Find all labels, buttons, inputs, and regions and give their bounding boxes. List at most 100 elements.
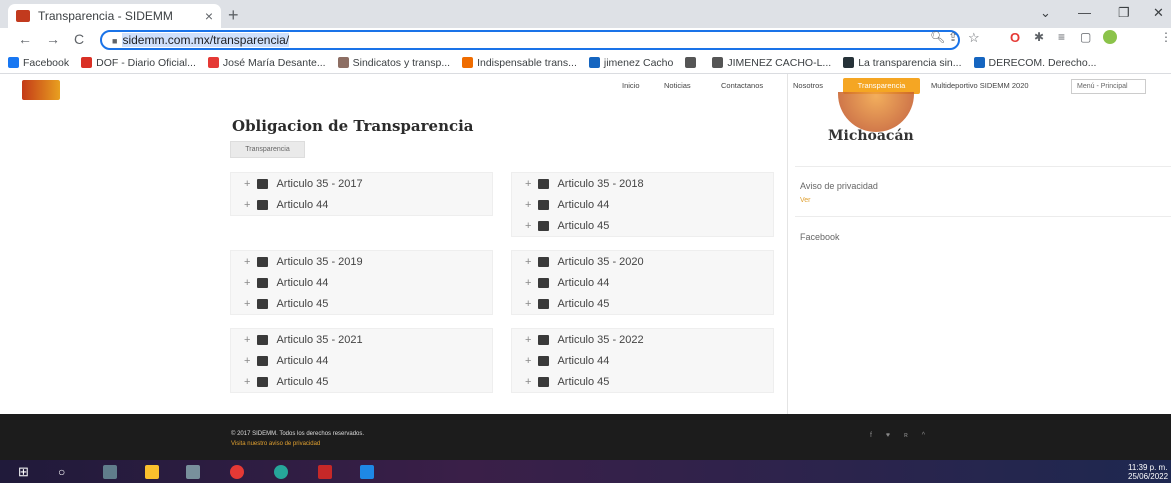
expand-plus-icon[interactable]: + — [525, 220, 531, 232]
bookmark-item[interactable]: Sindicatos y transp... — [337, 56, 451, 69]
bookmark-favicon-icon — [843, 57, 855, 68]
word-icon[interactable] — [360, 465, 374, 479]
expand-plus-icon[interactable]: + — [244, 355, 250, 367]
bookmark-item[interactable]: José María Desante... — [207, 57, 326, 69]
ver-link[interactable]: Ver — [800, 197, 811, 204]
close-tab-icon[interactable]: × — [205, 8, 213, 24]
bookmark-item[interactable]: Facebook — [8, 57, 69, 69]
close-window-icon[interactable]: ✕ — [1153, 5, 1164, 21]
expand-plus-icon[interactable]: + — [244, 334, 250, 346]
address-bar[interactable]: ■ sidemm.com.mx/transparencia/ — [100, 30, 960, 50]
site-footer: © 2017 SIDEMM. Todos los derechos reserv… — [0, 414, 1171, 460]
expand-plus-icon[interactable]: + — [525, 355, 531, 367]
web-page: Inicio Noticias Contactanos Nosotros Tra… — [0, 74, 1171, 414]
maximize-icon[interactable]: ❐ — [1118, 5, 1130, 21]
expand-plus-icon[interactable]: + — [244, 178, 250, 190]
opera-taskbar-icon[interactable] — [230, 465, 244, 479]
file-explorer-icon[interactable] — [145, 465, 159, 479]
bookmark-star-icon[interactable]: ☆ — [968, 30, 980, 46]
social-icons[interactable]: f ♥ ʀ ^ — [870, 432, 931, 439]
clock-date: 25/06/2022 — [1128, 472, 1169, 481]
reading-list-icon[interactable]: ≡ — [1058, 30, 1065, 44]
article-item[interactable]: + Articulo 45 — [231, 293, 492, 314]
new-tab-button[interactable]: + — [228, 5, 239, 25]
article-item[interactable]: + Articulo 44 — [512, 194, 773, 215]
bookmark-item[interactable]: La transparencia sin... — [843, 57, 962, 69]
menu-noticias[interactable]: Noticias — [664, 81, 691, 90]
article-item[interactable]: + Articulo 44 — [231, 272, 492, 293]
menu-select[interactable]: Menú - Principal — [1071, 79, 1146, 94]
expand-plus-icon[interactable]: + — [244, 298, 250, 310]
expand-plus-icon[interactable]: + — [525, 298, 531, 310]
expand-plus-icon[interactable]: + — [525, 334, 531, 346]
share-icon[interactable]: ⇪ — [948, 30, 958, 44]
folder-icon — [538, 355, 550, 366]
menu-nosotros[interactable]: Nosotros — [793, 81, 823, 90]
article-item[interactable]: + Articulo 44 — [231, 350, 492, 371]
expand-plus-icon[interactable]: + — [525, 178, 531, 190]
windows-start-icon[interactable]: ⊞ — [18, 465, 32, 479]
privacy-link[interactable]: Visita nuestro aviso de privacidad — [231, 441, 320, 447]
back-icon[interactable]: ← — [18, 31, 32, 47]
article-label: Articulo 44 — [557, 276, 610, 289]
chrome-icon[interactable] — [186, 465, 200, 479]
menu-contactanos[interactable]: Contactanos — [721, 81, 763, 90]
bookmark-item[interactable]: Indispensable trans... — [462, 57, 577, 69]
edge-icon[interactable] — [274, 465, 288, 479]
netflix-icon[interactable] — [318, 465, 332, 479]
expand-plus-icon[interactable]: + — [525, 376, 531, 388]
bookmark-item[interactable]: JIMENEZ CACHO-L... — [712, 57, 831, 69]
expand-plus-icon[interactable]: + — [525, 256, 531, 268]
expand-plus-icon[interactable]: + — [244, 277, 250, 289]
bookmark-item[interactable]: DOF - Diario Oficial... — [81, 57, 196, 69]
expand-plus-icon[interactable]: + — [244, 199, 250, 211]
bookmark-item[interactable] — [685, 57, 700, 68]
browser-tab[interactable]: Transparencia - SIDEMM × — [8, 4, 221, 28]
extensions-icon[interactable]: ✱ — [1034, 30, 1044, 44]
article-label: Articulo 35 - 2022 — [557, 333, 644, 346]
bookmark-item[interactable]: DERECOM. Derecho... — [973, 57, 1096, 69]
article-item[interactable]: + Articulo 45 — [512, 371, 773, 392]
address-url: sidemm.com.mx/transparencia/ — [122, 33, 290, 47]
article-item[interactable]: + Articulo 35 - 2019 — [231, 251, 492, 272]
article-label: Articulo 45 — [557, 375, 610, 388]
article-item[interactable]: + Articulo 44 — [512, 272, 773, 293]
sidemm-logo[interactable] — [22, 80, 60, 100]
article-item[interactable]: + Articulo 35 - 2018 — [512, 173, 773, 194]
lock-icon: ■ — [112, 36, 118, 46]
article-label: Articulo 44 — [276, 276, 329, 289]
tab-title: Transparencia - SIDEMM — [38, 9, 173, 23]
sidebar-icon[interactable]: ▢ — [1080, 30, 1091, 44]
opera-icon[interactable]: O — [1010, 30, 1020, 45]
bookmark-item[interactable]: jimenez Cacho — [588, 57, 673, 69]
forward-icon[interactable]: → — [46, 31, 60, 47]
article-item[interactable]: + Articulo 45 — [512, 293, 773, 314]
article-item[interactable]: + Articulo 35 - 2017 — [231, 173, 492, 194]
article-item[interactable]: + Articulo 45 — [231, 371, 492, 392]
search-icon[interactable]: ○ — [58, 465, 72, 479]
profile-avatar[interactable] — [1103, 30, 1117, 44]
minimize-icon[interactable]: — — [1078, 5, 1091, 20]
expand-plus-icon[interactable]: + — [525, 199, 531, 211]
folder-icon — [538, 199, 550, 210]
article-item[interactable]: + Articulo 45 — [512, 215, 773, 236]
article-item[interactable]: + Articulo 35 - 2020 — [512, 251, 773, 272]
folder-icon — [257, 334, 269, 345]
expand-plus-icon[interactable]: + — [244, 376, 250, 388]
menu-multideportivo[interactable]: Multideportivo SIDEMM 2020 — [931, 81, 1029, 90]
bookmark-label: Sindicatos y transp... — [352, 56, 451, 69]
zoom-icon[interactable]: 🔍︎ — [930, 30, 945, 44]
expand-plus-icon[interactable]: + — [525, 277, 531, 289]
article-item[interactable]: + Articulo 35 - 2022 — [512, 329, 773, 350]
tab-search-icon[interactable]: ⌄ — [1040, 5, 1051, 21]
article-item[interactable]: + Articulo 44 — [231, 194, 492, 215]
menu-inicio[interactable]: Inicio — [622, 81, 640, 90]
article-item[interactable]: + Articulo 35 - 2021 — [231, 329, 492, 350]
transparencia-button[interactable]: Transparencia — [230, 141, 305, 158]
reload-icon[interactable]: C — [74, 31, 84, 47]
menu-kebab-icon[interactable]: ⋮ — [1160, 30, 1171, 44]
app-icon[interactable] — [103, 465, 117, 479]
article-item[interactable]: + Articulo 44 — [512, 350, 773, 371]
expand-plus-icon[interactable]: + — [244, 256, 250, 268]
taskbar-clock[interactable]: 11:39 p. m. 25/06/2022 — [1128, 463, 1168, 481]
